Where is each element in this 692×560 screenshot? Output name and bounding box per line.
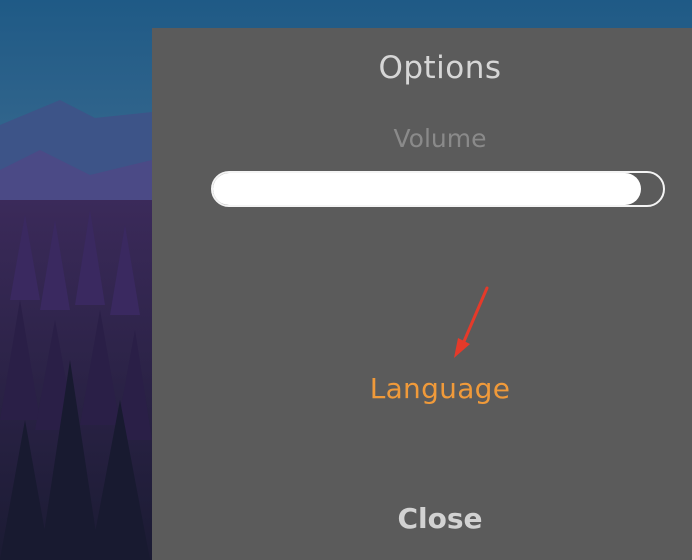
annotation-arrow-icon [454, 286, 489, 358]
options-title: Options [378, 50, 502, 86]
volume-label: Volume [393, 124, 487, 153]
options-panel: Options Volume Language Close [152, 28, 692, 560]
close-button[interactable]: Close [170, 502, 692, 535]
language-button[interactable]: Language [170, 372, 692, 405]
volume-slider-fill [213, 173, 641, 205]
volume-slider[interactable] [211, 171, 665, 207]
